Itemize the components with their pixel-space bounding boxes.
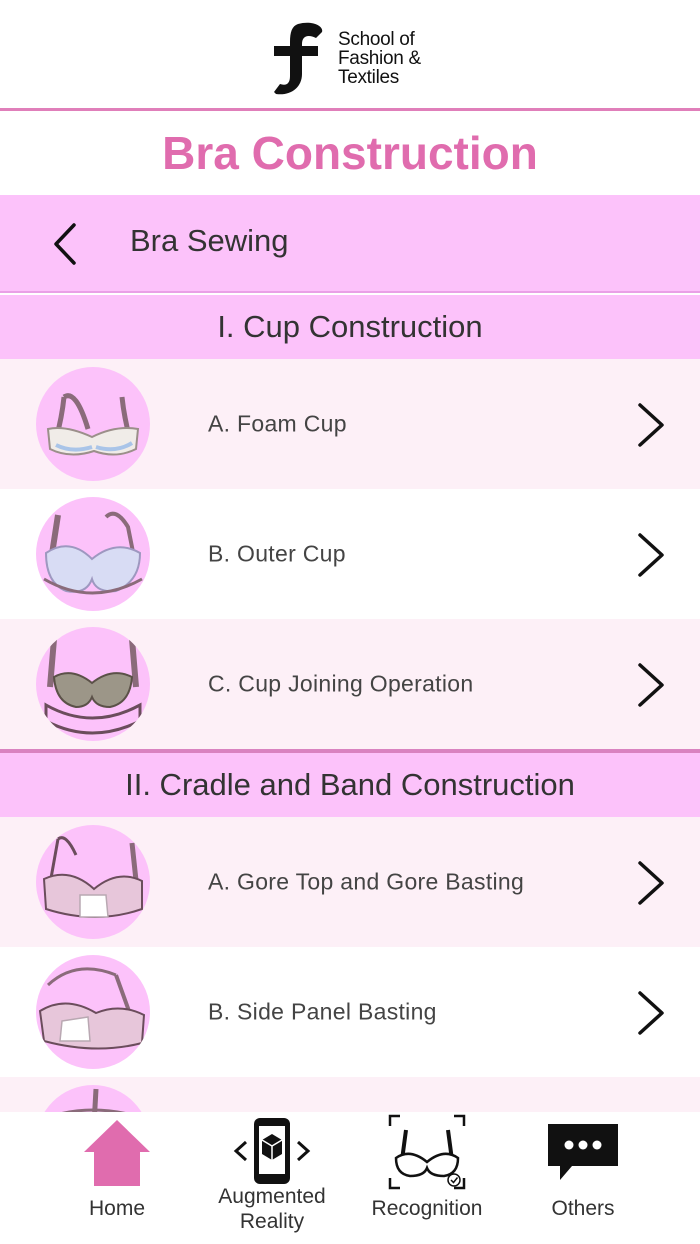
chevron-right-icon — [638, 663, 664, 707]
tab-recognition[interactable]: Recognition — [362, 1112, 492, 1244]
list-item[interactable]: C. Cup Joining Operation — [0, 619, 700, 749]
tab-home[interactable]: Home — [60, 1112, 174, 1244]
chevron-right-icon — [638, 991, 664, 1035]
chevron-right-icon — [638, 533, 664, 577]
chevron-right-icon — [638, 861, 664, 905]
tab-ar-label-line2: Reality — [239, 1210, 305, 1233]
list-item-partial[interactable] — [0, 1077, 700, 1112]
tab-home-label: Home — [88, 1197, 146, 1220]
list-item-label: B. Side Panel Basting — [208, 998, 437, 1025]
logo-line-3: Textiles — [338, 67, 399, 88]
list-item-label: C. Cup Joining Operation — [208, 670, 474, 697]
logo-line-2: Fashion & — [338, 48, 421, 69]
bra-thumbnail — [36, 955, 150, 1069]
list-item-label: B. Outer Cup — [208, 540, 346, 567]
list-item-label: A. Gore Top and Gore Basting — [208, 868, 525, 895]
app-header: School of Fashion & Textiles — [0, 0, 700, 108]
tab-augmented-reality[interactable]: Augmented Reality — [204, 1112, 340, 1244]
tab-ar-label-line1: Augmented — [218, 1185, 326, 1208]
ar-phone-icon — [233, 1118, 311, 1184]
bra-thumbnail — [36, 825, 150, 939]
bottom-tab-bar: Home Augmented Reality Recognition Other… — [0, 1112, 700, 1244]
tab-recognition-label: Recognition — [371, 1197, 483, 1220]
subnav-title: Bra Sewing — [130, 223, 289, 258]
page-title: Bra Construction — [162, 127, 538, 179]
section-header-cup: I. Cup Construction — [0, 295, 700, 359]
list-item[interactable]: B. Side Panel Basting — [0, 947, 700, 1077]
bra-thumbnail — [36, 1085, 150, 1112]
list-item-label: A. Foam Cup — [208, 410, 347, 437]
chevron-right-icon — [638, 403, 664, 447]
tab-others[interactable]: Others — [530, 1112, 636, 1244]
logo-text: School of Fashion & Textiles — [338, 30, 421, 87]
school-logo: School of Fashion & Textiles — [272, 22, 432, 98]
tab-others-label: Others — [551, 1197, 615, 1220]
list-item[interactable]: B. Outer Cup — [0, 489, 700, 619]
logo-line-1: School of — [338, 29, 415, 50]
bra-thumbnail — [36, 627, 150, 741]
list-item[interactable]: A. Gore Top and Gore Basting — [0, 817, 700, 947]
lesson-list[interactable]: I. Cup Construction A. Foam Cup B. Outer… — [0, 295, 700, 1112]
bra-thumbnail — [36, 497, 150, 611]
logo-mark-icon — [274, 22, 323, 95]
home-icon — [84, 1120, 150, 1186]
recognition-scan-icon — [388, 1114, 466, 1190]
header-divider — [0, 108, 700, 111]
subnav-bar: Bra Sewing — [0, 195, 700, 293]
list-item[interactable]: A. Foam Cup — [0, 359, 700, 489]
chat-bubble-icon — [548, 1124, 618, 1180]
back-chevron-icon[interactable] — [46, 221, 86, 267]
bra-thumbnail — [36, 367, 150, 481]
section-header-cradle: II. Cradle and Band Construction — [0, 753, 700, 817]
